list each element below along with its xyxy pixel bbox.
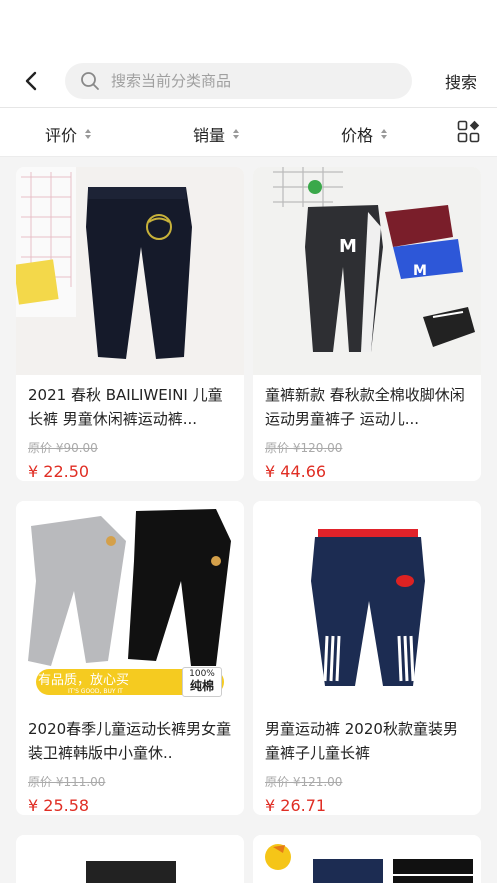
back-button[interactable] xyxy=(20,70,42,92)
product-image xyxy=(253,835,481,883)
sort-rating-label: 评价 xyxy=(45,126,78,145)
search-button[interactable]: 搜索 xyxy=(445,69,477,93)
sort-by-rating[interactable]: 评价 xyxy=(45,122,92,146)
product-card[interactable] xyxy=(16,835,244,883)
product-price: ¥ 26.71 xyxy=(265,796,327,815)
product-image xyxy=(16,835,244,883)
product-title: 童裤新款 春秋款全棉收脚休闲运动男童裤子 运动儿... xyxy=(265,386,465,428)
product-original-price: 原价 ¥120.00 xyxy=(265,441,343,455)
sort-sales-label: 销量 xyxy=(193,126,226,145)
product-original-price: 原价 ¥90.00 xyxy=(28,441,98,455)
sort-by-price[interactable]: 价格 xyxy=(341,122,388,146)
product-image xyxy=(16,167,244,375)
status-bar-space xyxy=(0,0,497,55)
svg-text:M: M xyxy=(413,263,427,279)
sort-by-sales[interactable]: 销量 xyxy=(193,122,240,146)
quality-banner: 有品质，放心买 IT'S GOOD, BUY IT xyxy=(38,673,130,696)
product-card[interactable]: 2021 春秋 BAILIWEINI 儿童长裤 男童休闲裤运动裤... 原价 ¥… xyxy=(16,167,244,481)
product-card[interactable] xyxy=(253,835,481,883)
product-title: 2020春季儿童运动长裤男女童装卫裤韩版中小童休.. xyxy=(28,720,232,762)
banner-slogan: 有品质，放心买 xyxy=(38,673,130,688)
svg-text:M: M xyxy=(339,236,357,257)
sort-arrows-icon xyxy=(85,129,92,139)
grid-layout-icon xyxy=(457,120,480,143)
sort-price-label: 价格 xyxy=(341,126,374,145)
search-box[interactable] xyxy=(65,63,412,99)
sort-arrows-icon xyxy=(233,129,240,139)
top-bar: 搜索 xyxy=(0,55,497,107)
product-card[interactable]: M M 童裤新款 春秋款全棉收脚休闲运动男童裤子 运动儿... 原价 ¥120.… xyxy=(253,167,481,481)
product-original-price: 原价 ¥111.00 xyxy=(28,775,106,789)
cotton-badge: 100% 纯棉 xyxy=(182,667,222,697)
sort-bar: 评价 销量 价格 xyxy=(0,108,497,157)
product-image xyxy=(253,501,481,709)
product-price: ¥ 44.66 xyxy=(265,462,327,481)
product-card[interactable]: 有品质，放心买 IT'S GOOD, BUY IT 100% 纯棉 2020春季… xyxy=(16,501,244,815)
product-title: 2021 春秋 BAILIWEINI 儿童长裤 男童休闲裤运动裤... xyxy=(28,386,223,428)
product-title: 男童运动裤 2020秋款童装男童裤子儿童长裤 xyxy=(265,720,458,762)
product-original-price: 原价 ¥121.00 xyxy=(265,775,343,789)
product-card[interactable]: 男童运动裤 2020秋款童装男童裤子儿童长裤 原价 ¥121.00 ¥ 26.7… xyxy=(253,501,481,815)
back-arrow-icon xyxy=(25,71,37,91)
banner-subslogan: IT'S GOOD, BUY IT xyxy=(68,688,123,695)
product-image: M M xyxy=(253,167,481,375)
badge-cotton: 纯棉 xyxy=(189,679,214,693)
search-input[interactable] xyxy=(111,72,391,90)
product-price: ¥ 22.50 xyxy=(28,462,90,481)
sort-arrows-icon xyxy=(381,129,388,139)
product-image: 有品质，放心买 IT'S GOOD, BUY IT 100% 纯棉 xyxy=(16,501,244,709)
search-icon xyxy=(79,70,101,92)
product-price: ¥ 25.58 xyxy=(28,796,90,815)
layout-toggle-button[interactable] xyxy=(457,120,481,144)
